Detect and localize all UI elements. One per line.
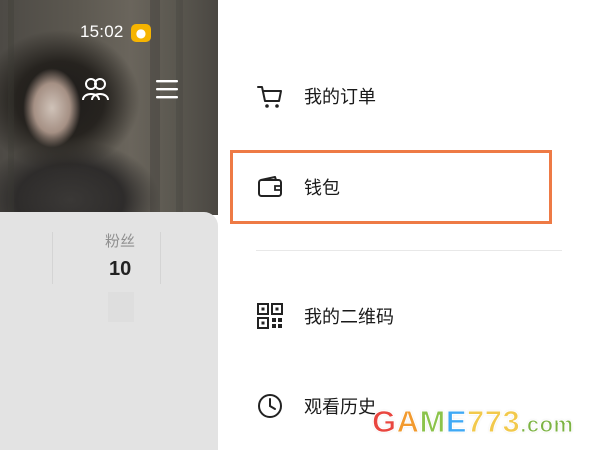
clock-icon bbox=[258, 394, 282, 418]
cart-icon bbox=[257, 86, 282, 108]
stats-divider bbox=[160, 232, 161, 284]
watermark-letter: M bbox=[419, 404, 446, 440]
watermark-domain: .com bbox=[520, 412, 574, 438]
menu-item-label: 我的二维码 bbox=[304, 307, 394, 328]
side-menu-drawer bbox=[218, 0, 600, 450]
stats-divider bbox=[52, 232, 53, 284]
watermark-letter: G bbox=[372, 404, 397, 440]
background-tree bbox=[176, 0, 183, 215]
background-tree bbox=[8, 0, 14, 215]
menu-item-label: 观看历史 bbox=[304, 397, 376, 418]
weibo-icon: ● bbox=[131, 24, 151, 42]
fans-count[interactable]: 10 bbox=[109, 258, 131, 281]
watermark-letter: A bbox=[396, 404, 420, 440]
watermark-letter: E bbox=[445, 404, 468, 440]
qr-code-icon bbox=[257, 303, 283, 329]
menu-item-wallet[interactable]: 钱包 bbox=[256, 169, 556, 205]
menu-divider bbox=[256, 250, 562, 251]
background-tree bbox=[150, 0, 160, 215]
menu-icon[interactable] bbox=[155, 78, 179, 100]
menu-item-qr-code[interactable]: 我的二维码 bbox=[256, 298, 556, 334]
menu-item-label: 我的订单 bbox=[304, 87, 376, 108]
status-time: 15:02 bbox=[80, 22, 124, 41]
menu-item-label: 钱包 bbox=[304, 178, 340, 199]
menu-item-orders[interactable]: 我的订单 bbox=[256, 78, 556, 114]
profile-background-pane: 15:02 ● 粉丝 10 bbox=[0, 0, 218, 450]
fans-label: 粉丝 bbox=[105, 232, 136, 250]
people-icon[interactable] bbox=[80, 74, 110, 104]
game773-watermark: GAME773.com bbox=[372, 404, 574, 440]
stats-placeholder bbox=[108, 292, 134, 322]
watermark-number: 773 bbox=[467, 404, 521, 440]
wallet-icon bbox=[258, 176, 282, 197]
